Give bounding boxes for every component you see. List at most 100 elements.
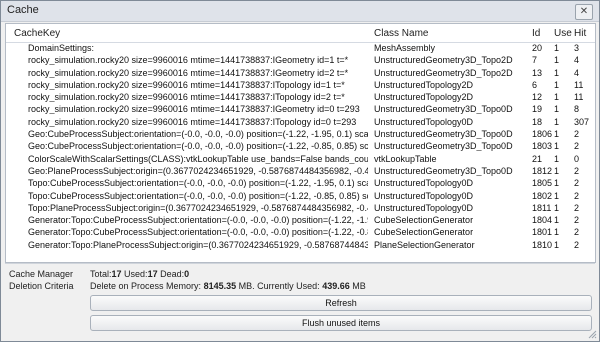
classname-cell: UnstructuredGeometry3D_Topo0D	[374, 129, 513, 140]
delete-label: Delete on Process Memory:	[90, 281, 202, 291]
use-cell: 1	[554, 141, 560, 152]
table-row[interactable]: DomainSettings: MeshAssembly 20 1 3	[6, 43, 595, 55]
table-row[interactable]: Geo:CubeProcessSubject:orientation=(-0.0…	[6, 141, 595, 153]
id-cell: 12	[532, 92, 543, 103]
currently-used-value: 439.66	[322, 281, 350, 291]
cachekey-cell: Topo:PlaneProcessSubject:origin=(0.36770…	[28, 202, 368, 213]
cachekey-cell: Topo:CubeProcessSubject:orientation=(-0.…	[28, 178, 368, 189]
table-row[interactable]: Topo:PlaneProcessSubject:origin=(0.36770…	[6, 203, 595, 215]
classname-cell: PlaneSelectionGenerator	[374, 239, 475, 250]
header-classname[interactable]: Class Name	[374, 28, 428, 39]
use-cell: 1	[554, 178, 560, 189]
hit-cell: 2	[574, 239, 580, 250]
classname-cell: UnstructuredGeometry3D_Topo2D	[374, 67, 513, 78]
use-cell: 1	[554, 227, 560, 238]
deletion-criteria-label: Deletion Criteria	[9, 281, 74, 291]
classname-cell: UnstructuredGeometry3D_Topo0D	[374, 165, 513, 176]
table-row[interactable]: Generator:Topo:PlaneProcessSubject:origi…	[6, 240, 595, 252]
hit-cell: 11	[574, 92, 584, 103]
used-label: Used:	[124, 269, 148, 279]
table-row[interactable]: Geo:PlaneProcessSubject:origin=(0.367702…	[6, 166, 595, 178]
cachekey-cell: DomainSettings:	[28, 43, 95, 53]
use-cell: 1	[554, 153, 560, 164]
currently-used-label: Currently Used:	[257, 281, 320, 291]
hit-cell: 0	[574, 153, 580, 164]
used-value: 17	[147, 269, 158, 279]
table-row[interactable]: rocky_simulation.rocky20 size=9960016 mt…	[6, 80, 595, 92]
hit-cell: 8	[574, 104, 580, 115]
header-id[interactable]: Id	[532, 28, 540, 39]
table-row[interactable]: Generator:Topo:CubeProcessSubject:orient…	[6, 227, 595, 239]
table-row[interactable]: rocky_simulation.rocky20 size=9960016 mt…	[6, 104, 595, 116]
table-row[interactable]: rocky_simulation.rocky20 size=9960016 mt…	[6, 55, 595, 67]
cachekey-cell: rocky_simulation.rocky20 size=9960016 mt…	[28, 67, 349, 78]
currently-used-unit: MB	[352, 281, 366, 291]
header-hit[interactable]: Hit	[574, 28, 586, 39]
cachekey-cell: rocky_simulation.rocky20 size=9960016 mt…	[28, 104, 360, 115]
cache-window: Cache ✕ CacheKey Class Name Id Use Hit D…	[0, 0, 600, 342]
classname-cell: UnstructuredTopology2D	[374, 92, 474, 103]
cachekey-cell: rocky_simulation.rocky20 size=9960016 mt…	[28, 92, 345, 103]
cache-table: CacheKey Class Name Id Use Hit DomainSet…	[5, 23, 596, 263]
use-cell: 1	[554, 55, 560, 66]
table-row[interactable]: Topo:CubeProcessSubject:orientation=(-0.…	[6, 191, 595, 203]
table-row[interactable]: Topo:CubeProcessSubject:orientation=(-0.…	[6, 178, 595, 190]
delete-value: 8145.35	[203, 281, 237, 291]
id-cell: 1811	[532, 202, 552, 213]
use-cell: 1	[554, 43, 560, 53]
cache-stats: Total:17 Used:17 Dead:0	[90, 269, 189, 279]
classname-cell: CubeSelectionGenerator	[374, 227, 474, 238]
use-cell: 1	[554, 104, 560, 115]
cachekey-cell: rocky_simulation.rocky20 size=9960016 mt…	[28, 116, 357, 127]
cachekey-cell: rocky_simulation.rocky20 size=9960016 mt…	[28, 79, 345, 90]
cache-manager-label: Cache Manager	[9, 269, 74, 279]
table-row[interactable]: rocky_simulation.rocky20 size=9960016 mt…	[6, 92, 595, 104]
id-cell: 19	[532, 104, 543, 115]
id-cell: 1801	[532, 227, 552, 238]
classname-cell: UnstructuredTopology2D	[374, 79, 474, 90]
header-cachekey[interactable]: CacheKey	[14, 28, 60, 39]
cachekey-cell: ColorScaleWithScalarSettings(CLASS):vtkL…	[28, 153, 368, 164]
cachekey-cell: Geo:CubeProcessSubject:orientation=(-0.0…	[28, 129, 368, 140]
classname-cell: CubeSelectionGenerator	[374, 215, 474, 226]
hit-cell: 2	[574, 141, 580, 152]
classname-cell: UnstructuredGeometry3D_Topo0D	[374, 104, 513, 115]
id-cell: 21	[532, 153, 543, 164]
use-cell: 1	[554, 129, 560, 140]
cachekey-cell: Topo:CubeProcessSubject:orientation=(-0.…	[28, 190, 368, 201]
hit-cell: 4	[574, 55, 580, 66]
close-icon[interactable]: ✕	[575, 4, 593, 20]
id-cell: 18	[532, 116, 543, 127]
refresh-button[interactable]: Refresh	[90, 295, 592, 311]
classname-cell: MeshAssembly	[374, 43, 436, 53]
use-cell: 1	[554, 67, 560, 78]
id-cell: 13	[532, 67, 543, 78]
id-cell: 1812	[532, 165, 552, 176]
use-cell: 1	[554, 202, 560, 213]
classname-cell: UnstructuredGeometry3D_Topo0D	[374, 141, 513, 152]
hit-cell: 2	[574, 190, 580, 201]
hit-cell: 2	[574, 129, 580, 140]
total-label: Total:	[90, 269, 112, 279]
title-bar: Cache ✕	[1, 1, 599, 22]
table-row[interactable]: rocky_simulation.rocky20 size=9960016 mt…	[6, 117, 595, 129]
cachekey-cell: Generator:Topo:CubeProcessSubject:orient…	[28, 215, 368, 226]
table-row[interactable]: Geo:CubeProcessSubject:orientation=(-0.0…	[6, 129, 595, 141]
use-cell: 1	[554, 165, 560, 176]
hit-cell: 3	[574, 43, 580, 53]
table-row[interactable]: rocky_simulation.rocky20 size=9960016 mt…	[6, 68, 595, 80]
table-row[interactable]: Generator:Topo:CubeProcessSubject:orient…	[6, 215, 595, 227]
use-cell: 1	[554, 116, 560, 127]
id-cell: 7	[532, 55, 538, 66]
cachekey-cell: Geo:PlaneProcessSubject:origin=(0.367702…	[28, 165, 368, 176]
classname-cell: UnstructuredTopology0D	[374, 202, 474, 213]
flush-unused-button[interactable]: Flush unused items	[90, 315, 592, 331]
deletion-stats: Delete on Process Memory: 8145.35 MB. Cu…	[90, 281, 366, 291]
use-cell: 1	[554, 215, 560, 226]
table-header: CacheKey Class Name Id Use Hit	[6, 24, 595, 43]
resize-grip-icon[interactable]	[587, 329, 597, 339]
cachekey-cell: Geo:CubeProcessSubject:orientation=(-0.0…	[28, 141, 368, 152]
classname-cell: UnstructuredGeometry3D_Topo2D	[374, 55, 513, 66]
header-use[interactable]: Use	[554, 28, 572, 39]
table-row[interactable]: ColorScaleWithScalarSettings(CLASS):vtkL…	[6, 154, 595, 166]
